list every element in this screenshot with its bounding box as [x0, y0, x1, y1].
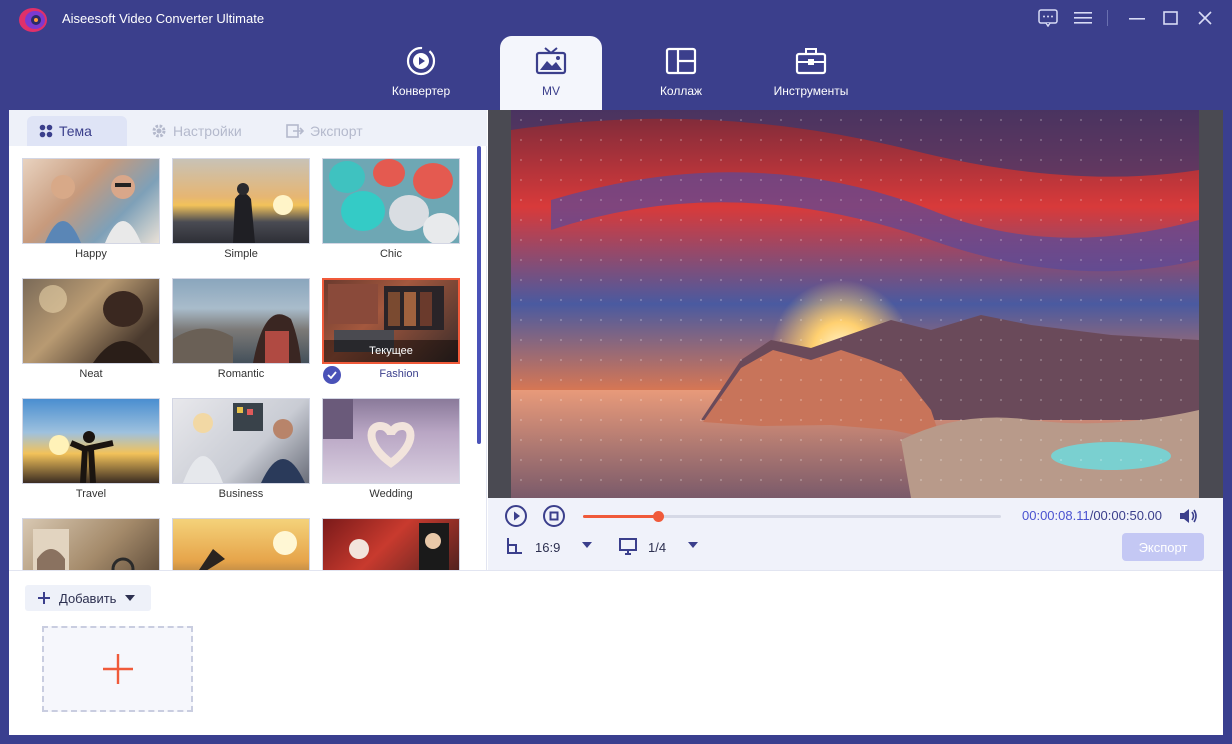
subtab-theme-label: Тема: [59, 123, 92, 139]
title-bar: Aiseesoft Video Converter Ultimate Конве…: [0, 0, 1232, 110]
convert-icon: [405, 46, 437, 76]
sunset-landscape: [511, 110, 1199, 498]
maximize-icon[interactable]: [1159, 8, 1183, 28]
subtab-export[interactable]: Экспорт: [274, 116, 375, 146]
theme-label-romantic: Romantic: [217, 368, 265, 380]
add-media-plus-icon: [102, 654, 133, 684]
theme-label-chic: Chic: [379, 248, 402, 260]
close-icon[interactable]: [1193, 8, 1217, 28]
tab-collage-label: Коллаж: [659, 84, 703, 98]
progress-fill: [583, 515, 659, 518]
add-media-slot[interactable]: [42, 626, 193, 712]
aspect-ratio-dropdown-icon[interactable]: [580, 538, 604, 562]
subtab-settings-label: Настройки: [173, 123, 242, 139]
aspect-ratio-icon: [504, 536, 528, 560]
tab-tools[interactable]: Инструменты: [760, 36, 862, 110]
screen-dropdown-icon[interactable]: [686, 538, 710, 562]
tab-mv-label: MV: [542, 84, 560, 98]
monitor-icon: [618, 536, 642, 560]
theme-label-wedding: Wedding: [369, 488, 413, 500]
tab-converter-label: Конвертер: [391, 84, 451, 98]
theme-label-neat: Neat: [79, 368, 103, 380]
player-controls: 00:00:08.11/00:00:50.00 16:9 1/4 Экспорт: [488, 498, 1223, 570]
theme-thumbnail-12[interactable]: [322, 518, 460, 570]
theme-thumbnail-happy[interactable]: [22, 158, 160, 244]
theme-label-travel: Travel: [75, 488, 107, 500]
theme-scrollbar[interactable]: [477, 146, 481, 444]
grid-icon: [39, 124, 53, 138]
current-time: 00:00:08.11: [1022, 508, 1090, 523]
theme-thumbnail-travel[interactable]: [22, 398, 160, 484]
export-button[interactable]: Экспорт: [1122, 533, 1204, 561]
subtab-settings[interactable]: Настройки: [139, 116, 254, 146]
tab-tools-label: Инструменты: [773, 84, 849, 98]
gear-icon: [152, 124, 166, 138]
app-title: Aiseesoft Video Converter Ultimate: [62, 11, 265, 26]
theme-thumbnail-chic[interactable]: [322, 158, 460, 245]
subtab-bar: Тема Настройки Экспорт: [9, 110, 487, 146]
play-button[interactable]: [504, 504, 528, 528]
theme-label-happy: Happy: [75, 248, 107, 260]
collage-icon: [665, 46, 697, 76]
export-icon: [286, 124, 304, 138]
tab-mv[interactable]: MV: [500, 36, 602, 110]
theme-label-fashion: Fashion: [379, 368, 419, 380]
theme-thumbnail-10[interactable]: [22, 518, 160, 570]
video-preview: [488, 110, 1223, 498]
toolbox-icon: [795, 46, 827, 76]
add-button-label: Добавить: [59, 590, 117, 606]
theme-label-business: Business: [218, 488, 264, 500]
app-logo-icon: [19, 8, 47, 32]
theme-thumbnail-neat[interactable]: [22, 278, 160, 364]
theme-thumbnail-romantic[interactable]: [172, 278, 310, 364]
theme-thumbnail-simple[interactable]: [172, 158, 310, 244]
progress-handle[interactable]: [653, 511, 665, 522]
theme-thumbnail-11[interactable]: [172, 518, 310, 570]
menu-icon[interactable]: [1071, 8, 1095, 28]
plus-icon: [38, 592, 50, 604]
subtab-theme[interactable]: Тема: [27, 116, 127, 146]
media-tray: Добавить: [9, 570, 1223, 735]
total-time: /00:00:50.00: [1089, 508, 1163, 523]
chevron-down-icon: [125, 595, 136, 601]
aspect-ratio-value[interactable]: 16:9: [535, 540, 560, 555]
stop-button[interactable]: [542, 504, 566, 528]
time-readout: 00:00:08.11/00:00:50.00: [1022, 508, 1162, 523]
minimize-icon[interactable]: [1125, 8, 1149, 28]
feedback-icon[interactable]: [1036, 8, 1060, 28]
theme-panel: Тема Настройки Экспорт Happy Simple Chic…: [9, 110, 487, 570]
theme-thumbnail-fashion[interactable]: Текущее: [322, 278, 460, 364]
screen-option-value[interactable]: 1/4: [648, 540, 666, 555]
theme-thumbnail-business[interactable]: [172, 398, 310, 484]
preview-image: [511, 110, 1199, 498]
volume-icon[interactable]: [1176, 504, 1200, 528]
tab-converter[interactable]: Конвертер: [370, 36, 472, 110]
progress-bar[interactable]: [583, 511, 1001, 522]
theme-thumbnail-wedding[interactable]: [322, 398, 460, 484]
tv-icon: [535, 46, 567, 76]
tab-collage[interactable]: Коллаж: [630, 36, 732, 110]
add-button[interactable]: Добавить: [25, 585, 151, 611]
current-theme-caption: Текущее: [324, 340, 458, 362]
window-controls-divider: [1107, 10, 1108, 26]
subtab-export-label: Экспорт: [310, 123, 363, 139]
theme-label-simple: Simple: [224, 248, 258, 260]
theme-grid: Happy Simple Chic Neat Romantic Текущее: [9, 146, 479, 570]
main-content: Тема Настройки Экспорт Happy Simple Chic…: [9, 110, 1223, 735]
